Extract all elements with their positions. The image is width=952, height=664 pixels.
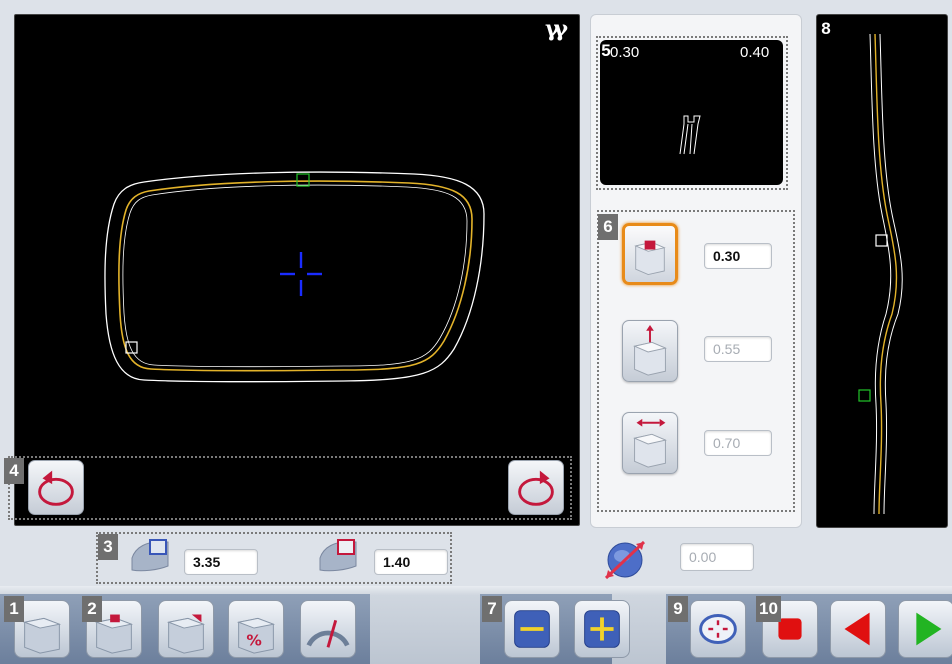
bevel-height-button[interactable]: [622, 320, 678, 382]
rotate-right-button[interactable]: [508, 460, 564, 515]
bevel-width-field[interactable]: 0.70: [704, 430, 772, 456]
lens-bevel-contour: [118, 180, 473, 372]
logo-mark: γγ: [545, 16, 568, 42]
start-button[interactable]: [898, 600, 952, 658]
bevel-position-button[interactable]: [622, 223, 678, 285]
plus-icon: [584, 610, 620, 648]
minus-icon: [514, 610, 550, 648]
bevel-width-button[interactable]: [622, 412, 678, 474]
bevel-position-icon: [634, 240, 666, 276]
zoom-in-button[interactable]: [574, 600, 630, 658]
bevel-width-icon: [633, 418, 667, 468]
panel-number-6: 6: [598, 214, 618, 240]
lens-inner-contour: [122, 184, 468, 368]
front-bevel-icon[interactable]: [128, 536, 174, 576]
green-marker: [296, 173, 310, 187]
back-button[interactable]: [830, 600, 886, 658]
lens-outer-contour: [104, 171, 485, 383]
bevel-position-field[interactable]: 0.30: [704, 243, 772, 269]
percent-mode-icon: %: [236, 617, 276, 654]
rotate-panel: [8, 456, 572, 520]
percent-mode-button[interactable]: %: [228, 600, 284, 658]
rear-bevel-field[interactable]: 1.40: [374, 549, 448, 575]
groove-mode-button[interactable]: [158, 600, 214, 658]
play-arrow-icon: [916, 612, 942, 646]
rotate-left-button[interactable]: [28, 460, 84, 515]
panel-number-1: 1: [4, 596, 24, 622]
back-arrow-icon: [844, 612, 870, 646]
rotate-left-icon: [38, 470, 74, 506]
groove-mode-icon: [166, 614, 206, 654]
panel-number-4: 4: [4, 458, 24, 484]
profile-value-right: 0.40: [740, 44, 770, 61]
panel-number-9: 9: [668, 596, 688, 622]
svg-text:%: %: [246, 631, 261, 649]
bevel-height-icon: [633, 324, 667, 376]
front-bevel-field[interactable]: 3.35: [184, 549, 258, 575]
bevel-profile-icon: [679, 115, 701, 155]
panel-number-2: 2: [82, 596, 102, 622]
center-view-button[interactable]: [690, 600, 746, 658]
rear-bevel-icon[interactable]: [316, 536, 362, 576]
axis-icon[interactable]: [600, 538, 650, 582]
panel-number-7: 7: [482, 596, 502, 622]
lens-target-icon: [699, 614, 737, 644]
rotate-right-icon: [518, 470, 554, 506]
center-crosshair: [280, 252, 322, 296]
axis-field[interactable]: 0.00: [680, 543, 754, 571]
gauge-icon: [306, 619, 350, 648]
zoom-out-button[interactable]: [504, 600, 560, 658]
panel-number-5: 5: [601, 41, 611, 60]
edge-profile-drawing: [858, 33, 903, 515]
panel-number-3: 3: [98, 534, 118, 560]
bevel-height-field[interactable]: 0.55: [704, 336, 772, 362]
gauge-button[interactable]: [300, 600, 356, 658]
panel-number-8: 8: [821, 19, 831, 38]
panel-number-10: 10: [756, 596, 781, 622]
lens-shape-drawing[interactable]: [14, 14, 580, 526]
